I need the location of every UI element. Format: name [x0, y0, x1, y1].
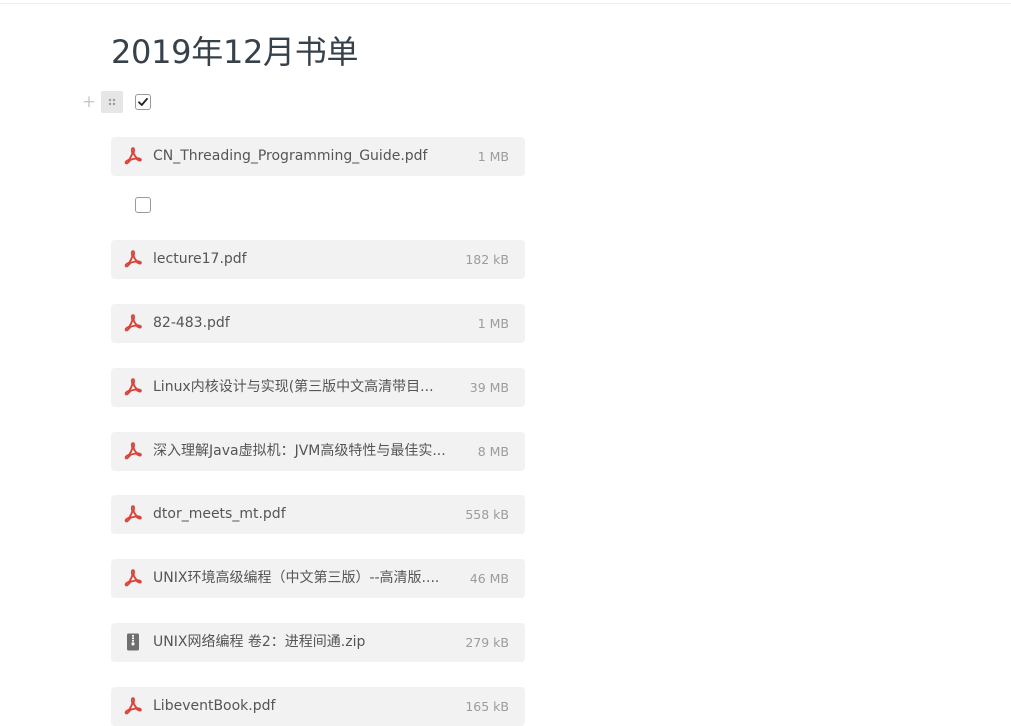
pdf-icon: [123, 568, 143, 588]
pdf-icon: [123, 377, 143, 397]
pdf-icon: [123, 504, 143, 524]
file-size: 46 MB: [469, 571, 509, 586]
pdf-icon: [123, 313, 143, 333]
file-attachment[interactable]: Linux内核设计与实现(第三版中文高清带目... 39 MB: [111, 368, 525, 407]
file-name: 82-483.pdf: [153, 315, 230, 331]
pdf-icon: [123, 441, 143, 461]
file-name: UNIX环境高级编程（中文第三版）--高清版....: [153, 570, 440, 586]
file-attachment[interactable]: 82-483.pdf 1 MB: [111, 304, 525, 343]
file-attachment[interactable]: lecture17.pdf 182 kB: [111, 240, 525, 279]
file-name: LibeventBook.pdf: [153, 698, 276, 714]
zip-icon: [123, 632, 143, 652]
file-size: 165 kB: [465, 699, 509, 714]
file-attachment[interactable]: dtor_meets_mt.pdf 558 kB: [111, 495, 525, 534]
pdf-icon: [123, 696, 143, 716]
file-size: 182 kB: [465, 252, 509, 267]
file-size: 1 MB: [477, 149, 509, 164]
pdf-icon: [123, 146, 143, 166]
pdf-icon: [123, 249, 143, 269]
file-name: Linux内核设计与实现(第三版中文高清带目...: [153, 379, 434, 395]
file-name: CN_Threading_Programming_Guide.pdf: [153, 148, 428, 164]
file-name: dtor_meets_mt.pdf: [153, 506, 286, 522]
file-size: 8 MB: [477, 444, 509, 459]
file-attachment[interactable]: 深入理解Java虚拟机：JVM高级特性与最佳实... 8 MB: [111, 432, 525, 471]
file-attachment[interactable]: CN_Threading_Programming_Guide.pdf 1 MB: [111, 137, 525, 176]
file-name: UNIX网络编程 卷2：进程间通.zip: [153, 634, 366, 650]
file-list: CN_Threading_Programming_Guide.pdf 1 MB le…: [0, 0, 1011, 726]
file-name: 深入理解Java虚拟机：JVM高级特性与最佳实...: [153, 443, 446, 459]
file-attachment[interactable]: UNIX环境高级编程（中文第三版）--高清版.... 46 MB: [111, 559, 525, 598]
file-name: lecture17.pdf: [153, 251, 247, 267]
file-size: 1 MB: [477, 316, 509, 331]
file-size: 558 kB: [465, 507, 509, 522]
file-size: 39 MB: [469, 380, 509, 395]
file-attachment[interactable]: LibeventBook.pdf 165 kB: [111, 687, 525, 726]
file-attachment[interactable]: UNIX网络编程 卷2：进程间通.zip 279 kB: [111, 623, 525, 662]
file-size: 279 kB: [465, 635, 509, 650]
